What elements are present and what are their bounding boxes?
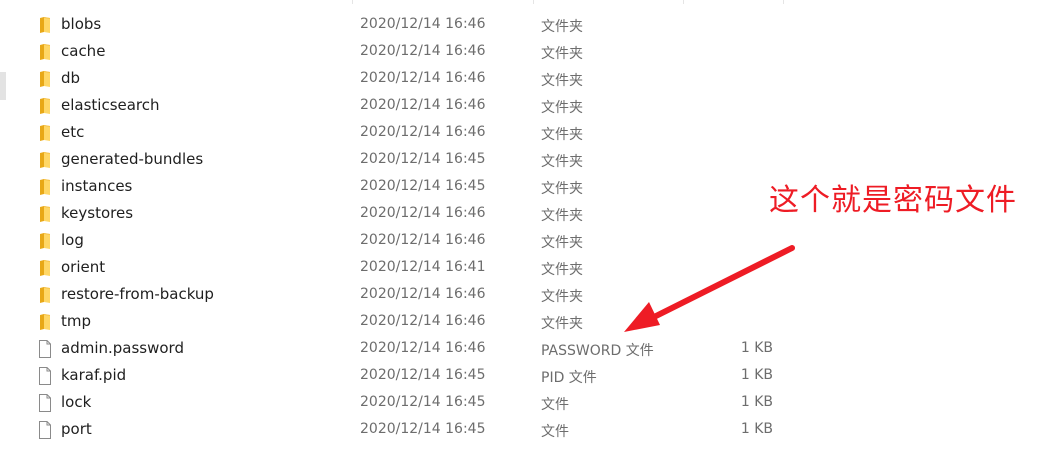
file-type: 文件 [541,397,569,413]
file-date-modified: 2020/12/14 16:46 [360,205,486,221]
file-type: 文件夹 [541,316,583,332]
folder-icon [38,286,52,304]
folder-icon [38,313,52,331]
file-type: 文件夹 [541,289,583,305]
file-type: 文件夹 [541,19,583,35]
file-type: 文件夹 [541,73,583,89]
file-icon [38,421,52,439]
file-type: PID 文件 [541,370,597,386]
file-date-modified: 2020/12/14 16:45 [360,367,486,383]
file-size: 1 KB [740,367,773,383]
file-row[interactable]: elasticsearch 2020/12/14 16:46 文件夹 [0,93,1045,120]
folder-icon [38,70,52,88]
folder-icon [38,259,52,277]
file-date-modified: 2020/12/14 16:46 [360,232,486,248]
annotation-text: 这个就是密码文件 [769,183,1017,218]
file-date-modified: 2020/12/14 16:46 [360,16,486,32]
file-explorer-window: blobs 2020/12/14 16:46 文件夹 cache 2020/12/14 … [0,0,1045,473]
file-name[interactable]: orient [61,258,105,276]
file-icon [38,340,52,358]
file-row[interactable]: etc 2020/12/14 16:46 文件夹 [0,120,1045,147]
folder-icon [38,16,52,34]
file-date-modified: 2020/12/14 16:46 [360,340,486,356]
file-type: 文件夹 [541,262,583,278]
file-row[interactable]: admin.password 2020/12/14 16:46 PASSWORD 文… [0,336,1045,363]
file-date-modified: 2020/12/14 16:46 [360,70,486,86]
file-date-modified: 2020/12/14 16:45 [360,151,486,167]
folder-icon [38,43,52,61]
folder-icon [38,205,52,223]
file-row[interactable]: karaf.pid 2020/12/14 16:45 PID 文件 1 KB [0,363,1045,390]
file-type: 文件夹 [541,154,583,170]
file-row[interactable]: db 2020/12/14 16:46 文件夹 [0,66,1045,93]
file-date-modified: 2020/12/14 16:45 [360,394,486,410]
file-name[interactable]: karaf.pid [61,366,126,384]
file-date-modified: 2020/12/14 16:46 [360,97,486,113]
column-divider[interactable] [352,0,353,4]
folder-icon [38,124,52,142]
file-row[interactable]: cache 2020/12/14 16:46 文件夹 [0,39,1045,66]
file-name[interactable]: etc [61,123,84,141]
file-row[interactable]: orient 2020/12/14 16:41 文件夹 [0,255,1045,282]
file-row[interactable]: generated-bundles 2020/12/14 16:45 文件夹 [0,147,1045,174]
file-type: 文件夹 [541,235,583,251]
file-size: 1 KB [740,421,773,437]
file-row[interactable]: restore-from-backup 2020/12/14 16:46 文件夹 [0,282,1045,309]
file-type: PASSWORD 文件 [541,343,654,359]
file-size: 1 KB [740,394,773,410]
file-name[interactable]: cache [61,42,105,60]
file-row[interactable]: port 2020/12/14 16:45 文件 1 KB [0,417,1045,444]
file-date-modified: 2020/12/14 16:46 [360,286,486,302]
file-name[interactable]: port [61,420,92,438]
file-name[interactable]: db [61,69,80,87]
column-divider[interactable] [683,0,684,4]
folder-icon [38,232,52,250]
column-divider[interactable] [783,0,784,4]
file-row[interactable]: lock 2020/12/14 16:45 文件 1 KB [0,390,1045,417]
file-date-modified: 2020/12/14 16:45 [360,178,486,194]
file-row[interactable]: tmp 2020/12/14 16:46 文件夹 [0,309,1045,336]
file-icon [38,367,52,385]
file-row[interactable]: blobs 2020/12/14 16:46 文件夹 [0,12,1045,39]
folder-icon [38,97,52,115]
file-name[interactable]: restore-from-backup [61,285,214,303]
file-name[interactable]: lock [61,393,91,411]
file-name[interactable]: blobs [61,15,101,33]
file-date-modified: 2020/12/14 16:46 [360,124,486,140]
file-icon [38,394,52,412]
file-date-modified: 2020/12/14 16:46 [360,313,486,329]
file-date-modified: 2020/12/14 16:41 [360,259,486,275]
file-type: 文件夹 [541,208,583,224]
file-size: 1 KB [740,340,773,356]
file-name[interactable]: keystores [61,204,133,222]
file-type: 文件夹 [541,46,583,62]
folder-icon [38,178,52,196]
file-type: 文件夹 [541,127,583,143]
file-name[interactable]: elasticsearch [61,96,160,114]
file-name[interactable]: log [61,231,84,249]
file-date-modified: 2020/12/14 16:45 [360,421,486,437]
file-type: 文件夹 [541,181,583,197]
file-list: blobs 2020/12/14 16:46 文件夹 cache 2020/12/14 … [0,12,1045,444]
file-name[interactable]: generated-bundles [61,150,203,168]
file-name[interactable]: instances [61,177,132,195]
file-row[interactable]: log 2020/12/14 16:46 文件夹 [0,228,1045,255]
file-date-modified: 2020/12/14 16:46 [360,43,486,59]
column-divider[interactable] [533,0,534,4]
file-type: 文件夹 [541,100,583,116]
column-header-dividers [0,0,1045,4]
file-name[interactable]: tmp [61,312,91,330]
file-name[interactable]: admin.password [61,339,184,357]
file-type: 文件 [541,424,569,440]
folder-icon [38,151,52,169]
